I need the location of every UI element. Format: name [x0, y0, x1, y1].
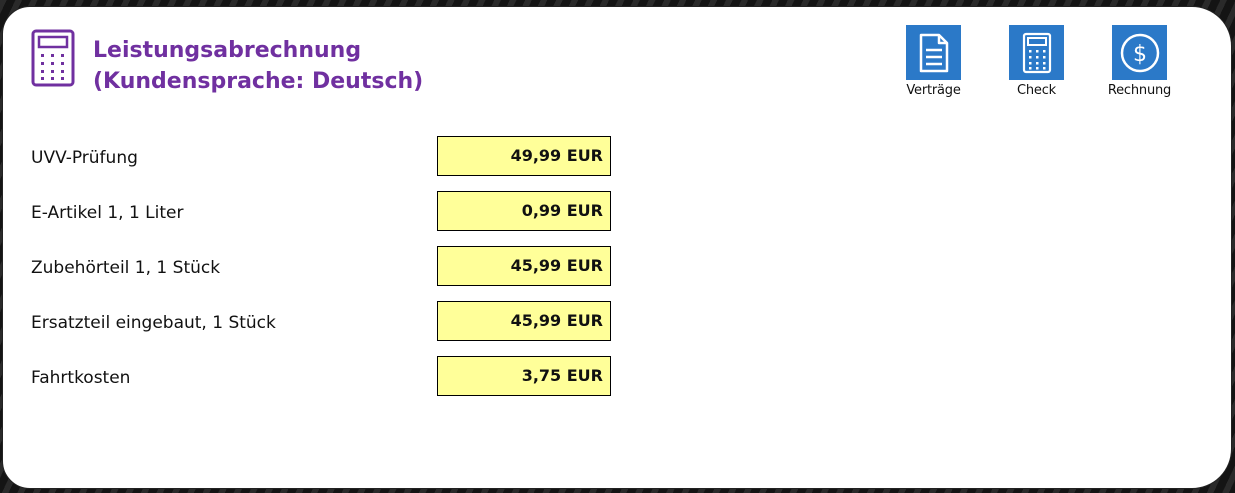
billing-row: Ersatzteil eingebaut, 1 Stück 45,99 EUR [31, 301, 631, 356]
calculator-icon [1022, 32, 1051, 73]
item-label: UVV-Prüfung [31, 148, 138, 168]
check-label: Check [1017, 83, 1056, 98]
billing-panel: Leistungsabrechnung (Kundensprache: Deut… [2, 6, 1232, 489]
svg-text:$: $ [1133, 42, 1147, 67]
action-toolbar: Verträge Check $ Rechnung [882, 25, 1191, 98]
page-title-line-2: (Kundensprache: Deutsch) [93, 69, 424, 94]
check-tile[interactable] [1009, 25, 1064, 80]
invoice-tile[interactable]: $ [1112, 25, 1167, 80]
calculator-icon [31, 29, 75, 87]
billing-row: Zubehörteil 1, 1 Stück 45,99 EUR [31, 246, 631, 301]
contracts-tile[interactable] [906, 25, 961, 80]
billing-row: UVV-Prüfung 49,99 EUR [31, 136, 631, 191]
item-label: Zubehörteil 1, 1 Stück [31, 258, 221, 278]
billing-row: E-Artikel 1, 1 Liter 0,99 EUR [31, 191, 631, 246]
contracts-button[interactable]: Verträge [882, 25, 985, 98]
item-label: Ersatzteil eingebaut, 1 Stück [31, 313, 276, 333]
page-title-line-1: Leistungsabrechnung [93, 38, 362, 63]
item-amount-field[interactable]: 0,99 EUR [437, 191, 611, 231]
document-icon [919, 33, 948, 72]
item-amount-field[interactable]: 3,75 EUR [437, 356, 611, 396]
invoice-label: Rechnung [1107, 83, 1172, 98]
billing-row: Fahrtkosten 3,75 EUR [31, 356, 631, 411]
contracts-label: Verträge [906, 83, 961, 98]
item-label: Fahrtkosten [31, 368, 131, 388]
item-label: E-Artikel 1, 1 Liter [31, 203, 184, 223]
dollar-icon: $ [1120, 33, 1159, 72]
invoice-button[interactable]: $ Rechnung [1088, 25, 1191, 98]
item-amount-field[interactable]: 49,99 EUR [437, 136, 611, 176]
item-amount-field[interactable]: 45,99 EUR [437, 301, 611, 341]
item-amount-field[interactable]: 45,99 EUR [437, 246, 611, 286]
check-button[interactable]: Check [985, 25, 1088, 98]
billing-items: UVV-Prüfung 49,99 EUR E-Artikel 1, 1 Lit… [31, 136, 631, 411]
page-title: Leistungsabrechnung (Kundensprache: Deut… [93, 35, 423, 97]
